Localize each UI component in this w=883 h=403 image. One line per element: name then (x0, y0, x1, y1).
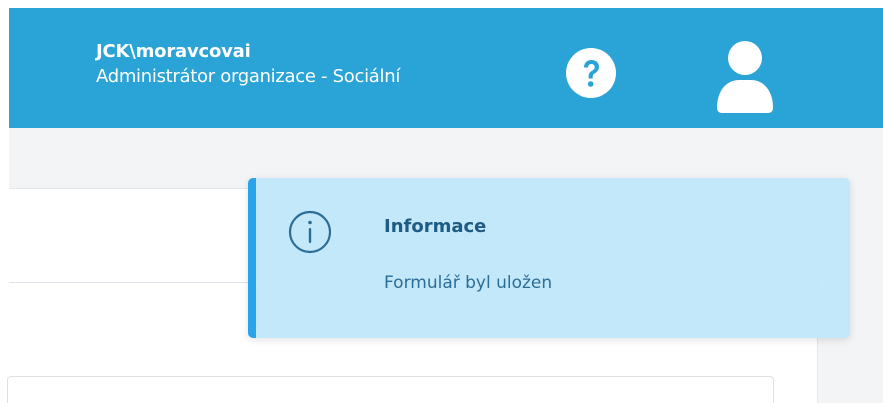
page: JCK\moravcovai Administrátor organizace … (0, 0, 883, 403)
user-profile-icon (717, 41, 773, 113)
form-field[interactable] (7, 376, 774, 403)
help-question-icon (584, 60, 599, 87)
username: JCK\moravcovai (96, 41, 251, 62)
toast-title: Informace (384, 216, 487, 237)
info-toast[interactable]: Informace Formulář byl uložen (248, 178, 850, 338)
help-button[interactable] (566, 48, 616, 98)
toast-message: Formulář byl uložen (384, 273, 553, 293)
user-role: Administrátor organizace - Sociální (96, 65, 401, 87)
user-info: JCK\moravcovai Administrátor organizace … (96, 41, 401, 87)
user-profile-button[interactable] (709, 38, 781, 114)
top-header: JCK\moravcovai Administrátor organizace … (9, 8, 883, 128)
info-circle-icon (288, 210, 332, 254)
